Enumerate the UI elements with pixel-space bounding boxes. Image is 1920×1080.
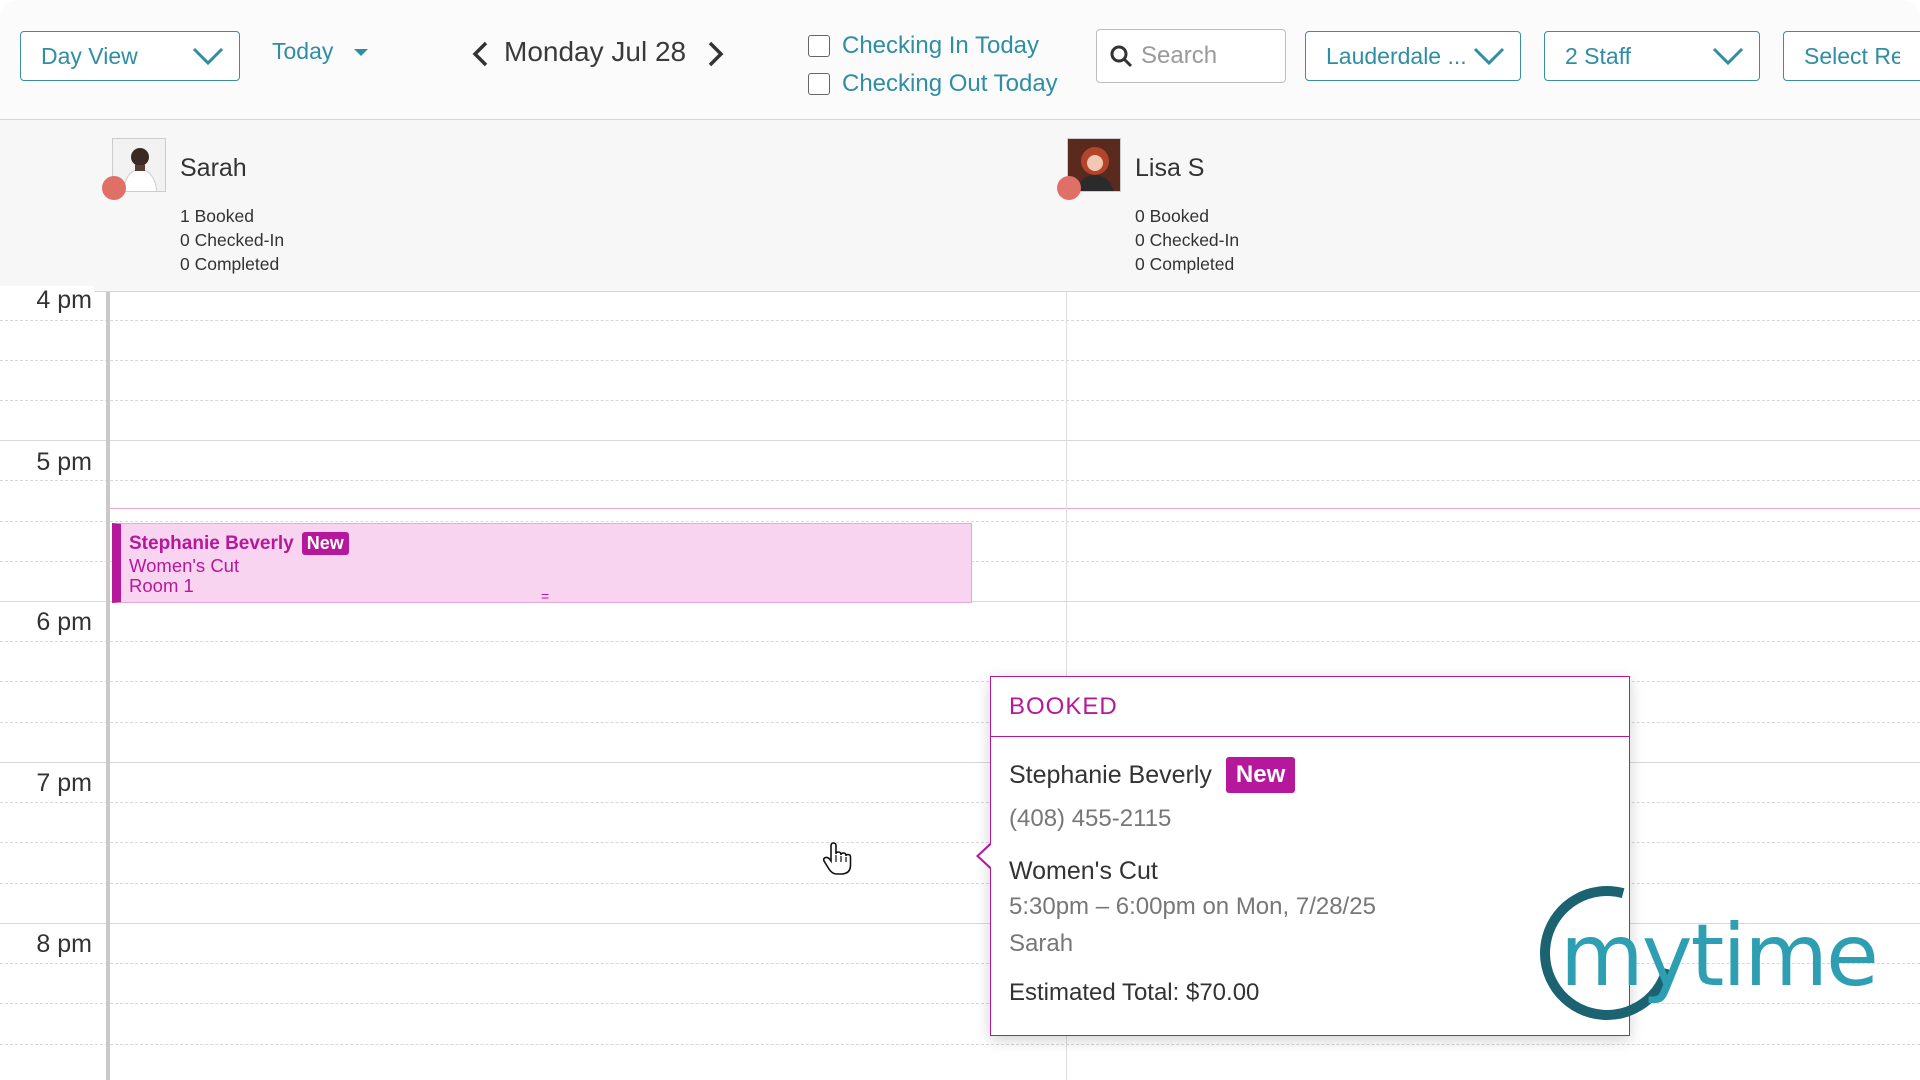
checking-out-checkbox[interactable] xyxy=(808,73,830,95)
appointment-room: Room 1 xyxy=(129,575,194,596)
toolbar: Day View Today Monday Jul 28 Checking In… xyxy=(0,0,1920,120)
grid-line xyxy=(0,722,1920,723)
chevron-down-icon xyxy=(192,47,224,66)
popover-staff: Sarah xyxy=(1009,930,1074,957)
staff-select-label: 2 Staff xyxy=(1565,42,1632,69)
location-select-label: Lauderdale ... xyxy=(1326,42,1467,69)
checking-in-checkbox[interactable] xyxy=(808,35,830,57)
popover-arrow-fill xyxy=(979,844,992,868)
staff-select[interactable]: 2 Staff xyxy=(1544,31,1760,81)
search-box[interactable] xyxy=(1096,29,1286,83)
time-label: 6 pm xyxy=(0,608,94,637)
popover-client-name[interactable]: Stephanie Beverly xyxy=(1009,761,1212,790)
time-label: 4 pm xyxy=(0,286,94,315)
staff-name: Sarah xyxy=(180,154,247,182)
logo-text: mytime xyxy=(1560,906,1879,1006)
today-label: Today xyxy=(272,38,334,64)
checking-out-toggle[interactable]: Checking Out Today xyxy=(808,70,1058,98)
appointment-block[interactable]: Stephanie Beverly New Women's Cut Room 1… xyxy=(112,523,972,604)
resource-select-label: Select Reso xyxy=(1804,42,1900,69)
grid-line xyxy=(0,320,1920,321)
new-client-badge: New xyxy=(1225,757,1296,793)
grid-line xyxy=(0,480,1920,481)
grid-line xyxy=(0,360,1920,361)
view-select[interactable]: Day View xyxy=(20,31,240,81)
checking-out-label: Checking Out Today xyxy=(842,70,1058,97)
appointment-service: Women's Cut xyxy=(129,555,240,576)
completed-count: 0 Completed xyxy=(1135,254,1235,274)
staff-name: Lisa S xyxy=(1135,154,1205,182)
time-label: 8 pm xyxy=(0,930,94,959)
popover-phone[interactable]: (408) 455-2115 xyxy=(1009,805,1171,833)
view-select-label: Day View xyxy=(41,42,138,69)
booked-count: 0 Booked xyxy=(1135,206,1209,226)
popover-time: 5:30pm – 6:00pm on Mon, 7/28/25 xyxy=(1009,893,1376,920)
status-dot xyxy=(102,176,126,200)
location-select[interactable]: Lauderdale ... xyxy=(1305,31,1521,81)
grid-line xyxy=(0,681,1920,682)
booked-count: 1 Booked xyxy=(180,206,254,226)
checking-in-label: Checking In Today xyxy=(842,32,1040,59)
completed-count: 0 Completed xyxy=(180,254,280,274)
appointment-client: Stephanie Beverly New xyxy=(129,532,349,555)
staff-header: Sarah 1 Booked 0 Checked-In 0 Completed … xyxy=(0,120,1920,292)
popover-status: BOOKED xyxy=(991,677,1629,737)
search-input[interactable] xyxy=(1141,42,1281,70)
popover-service: Women's Cut xyxy=(1009,857,1158,885)
grid-line xyxy=(0,802,1920,803)
grid-line xyxy=(0,762,1920,763)
staff-stats: 1 Booked 0 Checked-In 0 Completed xyxy=(180,204,284,276)
popover-total: Estimated Total: $70.00 xyxy=(1009,979,1260,1006)
caret-down-icon xyxy=(354,48,369,56)
appointment-client-name: Stephanie Beverly xyxy=(129,532,294,554)
new-client-badge: New xyxy=(301,532,349,555)
grid-line xyxy=(0,400,1920,401)
time-column-divider xyxy=(106,292,110,1080)
checked-in-count: 0 Checked-In xyxy=(1135,230,1240,250)
grid-line xyxy=(0,883,1920,884)
current-date: Monday Jul 28 xyxy=(504,36,687,67)
calendar-app: Day View Today Monday Jul 28 Checking In… xyxy=(0,0,1920,1080)
search-icon xyxy=(1110,45,1133,68)
grid-line xyxy=(0,521,1920,522)
grid-line xyxy=(0,440,1920,441)
mytime-logo: mytime xyxy=(1515,861,1879,1045)
appointment-popover: BOOKED Stephanie Beverly New (408) 455-2… xyxy=(976,676,1630,1036)
resource-select[interactable]: Select Reso xyxy=(1783,31,1920,81)
resize-handle[interactable]: = xyxy=(541,588,549,604)
status-dot xyxy=(1057,176,1081,200)
time-label: 7 pm xyxy=(0,769,94,798)
grid-line xyxy=(0,641,1920,642)
current-time-line xyxy=(110,508,1920,509)
popover-client: Stephanie Beverly New xyxy=(1009,757,1296,793)
staff-stats: 0 Booked 0 Checked-In 0 Completed xyxy=(1135,204,1239,276)
previous-day-icon[interactable] xyxy=(470,40,490,68)
grid-line xyxy=(0,842,1920,843)
checking-in-toggle[interactable]: Checking In Today xyxy=(808,32,1039,60)
checked-in-count: 0 Checked-In xyxy=(180,230,285,250)
time-label: 5 pm xyxy=(0,448,94,477)
chevron-down-icon xyxy=(1473,47,1505,66)
chevron-down-icon xyxy=(1712,47,1744,66)
next-day-icon[interactable] xyxy=(706,40,726,68)
pointer-hand-icon xyxy=(822,842,852,875)
today-button[interactable]: Today xyxy=(272,38,369,65)
grid-line xyxy=(0,1044,1920,1045)
